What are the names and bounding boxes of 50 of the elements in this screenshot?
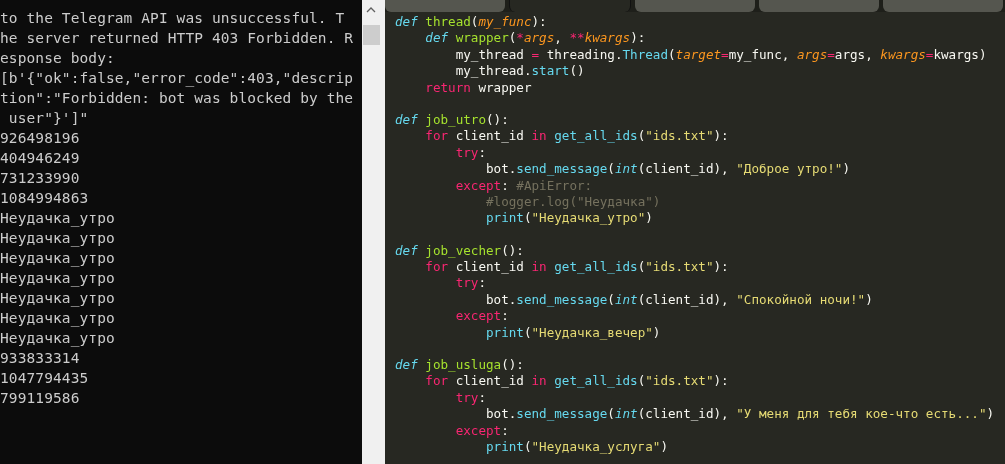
code-line: print("Неудачка_вечер")	[485, 324, 662, 342]
console-line: Неудачка_утро	[0, 209, 116, 228]
console-line: he server returned HTTP 403 Forbidden. R	[0, 29, 355, 48]
editor-tab[interactable]	[635, 0, 755, 12]
console-line: tion":"Forbidden: bot was blocked by the	[0, 89, 355, 108]
editor-tab[interactable]	[759, 0, 879, 12]
console-line: [b'{"ok":false,"error_code":403,"descrip	[0, 69, 355, 88]
code-line: try:	[454, 144, 487, 162]
code-line: def job_vecher():	[395, 242, 525, 260]
code-line: my_thread.start()	[454, 63, 586, 80]
console-line: 1047794435	[0, 369, 90, 388]
code-line: def job_utro():	[395, 111, 510, 129]
console-line: 731233990	[0, 169, 81, 188]
code-line: except: #ApiError:	[454, 177, 594, 194]
console-line: to the Telegram API was unsuccessful. T	[0, 9, 346, 28]
code-line: for client_id in get_all_ids("ids.txt"):	[424, 373, 730, 390]
code-line: for client_id in get_all_ids("ids.txt"):	[424, 259, 730, 276]
code-line: #logger.log("Неудачка")	[485, 193, 662, 211]
console-line: 404946249	[0, 149, 81, 168]
console-line: Неудачка_утро	[0, 309, 116, 328]
console-line: user"}']"	[7, 109, 90, 128]
code-line: print("Неудачка_услуга")	[485, 439, 669, 456]
console-line: esponse body:	[0, 49, 116, 68]
code-line: except:	[454, 422, 510, 439]
scrollbar-thumb[interactable]	[362, 25, 380, 45]
code-line: try:	[454, 389, 487, 407]
console-line: 926498196	[0, 129, 81, 148]
scrollbar[interactable]	[362, 0, 380, 464]
console-line: Неудачка_утро	[0, 269, 116, 288]
console-line: 1084994863	[0, 189, 90, 208]
editor-tab[interactable]	[883, 0, 1003, 12]
code-line: def thread(my_func):	[395, 14, 548, 31]
code-line: print("Неудачка_утро")	[485, 210, 654, 227]
console-line: Неудачка_утро	[0, 329, 116, 348]
code-line: try:	[454, 275, 487, 292]
code-line: except:	[454, 308, 510, 325]
console-line: 933833314	[0, 349, 81, 368]
code-line: def job_usluga():	[395, 357, 525, 374]
code-line: bot.send_message(int(client_id), "У меня для тебя кое-что есть...")	[485, 406, 996, 423]
code-line: return wrapper	[424, 79, 533, 96]
editor-tab[interactable]	[385, 0, 505, 12]
code-line: bot.send_message(int(client_id), "Доброе утро!")	[485, 161, 851, 178]
code-line: my_thread = threading.Thread(target=my_func, args=args, kwargs=kwargs)	[454, 46, 988, 64]
console-line: Неудачка_утро	[0, 249, 116, 268]
console-line: 799119586	[0, 389, 81, 408]
code-line: for client_id in get_all_ids("ids.txt"):	[424, 128, 730, 145]
code-line: def wrapper(*args, **kwargs):	[424, 30, 647, 47]
console-line: Неудачка_утро	[0, 289, 116, 308]
code-line: bot.send_message(int(client_id), "Спокойной ночи!")	[485, 291, 874, 309]
console-line: Неудачка_утро	[0, 229, 116, 248]
